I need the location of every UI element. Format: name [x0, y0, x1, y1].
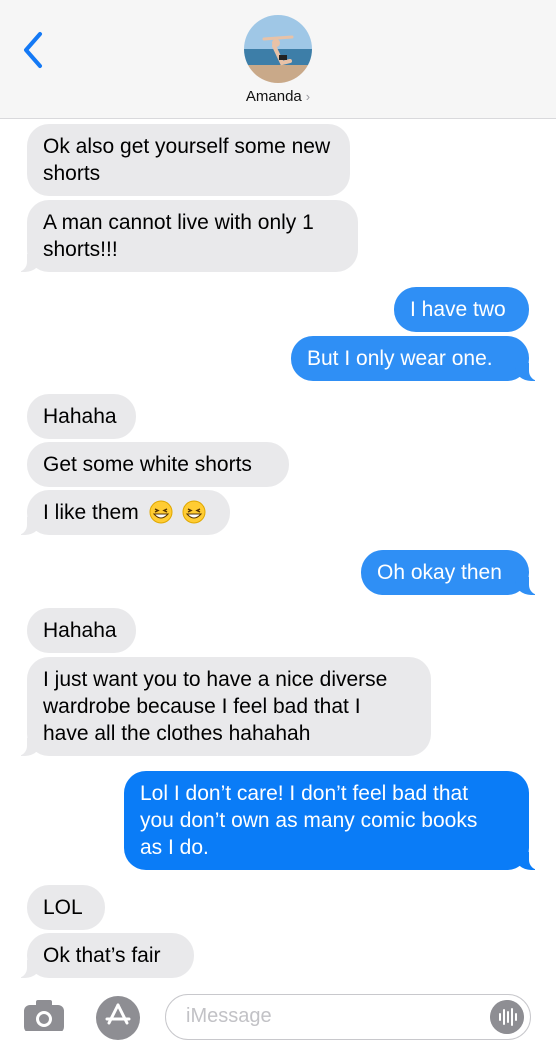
message-line: wardrobe because I feel bad that I: [43, 695, 361, 718]
contact-avatar[interactable]: [244, 15, 312, 83]
contact-name-button[interactable]: Amanda ›: [0, 88, 556, 105]
incoming-message-bubble[interactable]: I like them: [17, 490, 230, 535]
message-line: shorts: [43, 162, 101, 185]
camera-icon[interactable]: [22, 997, 66, 1031]
message-text: But I only wear one.: [307, 347, 493, 370]
incoming-message-bubble[interactable]: Ok that’s fair: [17, 933, 194, 978]
message-text: Hahaha: [43, 619, 117, 642]
incoming-message-bubble[interactable]: Ok also get yourself some new shorts: [27, 124, 350, 196]
message-line: have all the clothes hahahah: [43, 722, 311, 745]
incoming-message-bubble[interactable]: I just want you to have a nice diverse w…: [17, 657, 431, 756]
message-text: Hahaha: [43, 405, 117, 428]
message-line: I just want you to have a nice diverse: [43, 668, 388, 691]
message-composer: iMessage: [0, 990, 556, 1040]
message-line: you don’t own as many comic books: [140, 809, 478, 832]
message-line: Ok also get yourself some new: [43, 135, 331, 158]
incoming-message-bubble[interactable]: Get some white shorts: [27, 442, 289, 487]
grinning-squinting-face-icon: [182, 500, 206, 524]
message-text: Get some white shorts: [43, 453, 252, 476]
message-line: Lol I don’t care! I don’t feel bad that: [140, 782, 469, 805]
message-line: A man cannot live with only 1: [43, 211, 314, 234]
conversation-header: Amanda ›: [0, 0, 556, 119]
back-chevron-icon[interactable]: [18, 30, 50, 70]
message-text: Oh okay then: [377, 561, 502, 584]
message-line: as I do.: [140, 836, 209, 859]
audio-message-icon[interactable]: [490, 1000, 524, 1034]
contact-name: Amanda: [245, 88, 302, 105]
outgoing-message-bubble[interactable]: Oh okay then: [361, 550, 539, 595]
incoming-message-bubble[interactable]: LOL: [27, 885, 105, 930]
incoming-message-bubble[interactable]: A man cannot live with only 1 shorts!!!: [17, 200, 358, 272]
imessage-input[interactable]: iMessage: [165, 994, 531, 1040]
outgoing-message-bubble[interactable]: I have two: [394, 287, 529, 332]
message-text: I have two: [410, 298, 506, 321]
outgoing-message-bubble[interactable]: Lol I don’t care! I don’t feel bad that …: [124, 771, 539, 870]
message-text: Ok that’s fair: [43, 944, 161, 967]
grinning-squinting-face-icon: [149, 500, 173, 524]
imessage-placeholder: iMessage: [186, 1005, 272, 1027]
outgoing-message-bubble[interactable]: But I only wear one.: [291, 336, 539, 381]
app-store-icon[interactable]: [95, 995, 141, 1041]
incoming-message-bubble[interactable]: Hahaha: [27, 608, 136, 653]
message-line: shorts!!!: [43, 238, 118, 261]
incoming-message-bubble[interactable]: Hahaha: [27, 394, 136, 439]
message-text: I like them: [43, 501, 139, 524]
message-text: LOL: [43, 896, 83, 919]
chevron-right-icon: ›: [305, 89, 311, 104]
